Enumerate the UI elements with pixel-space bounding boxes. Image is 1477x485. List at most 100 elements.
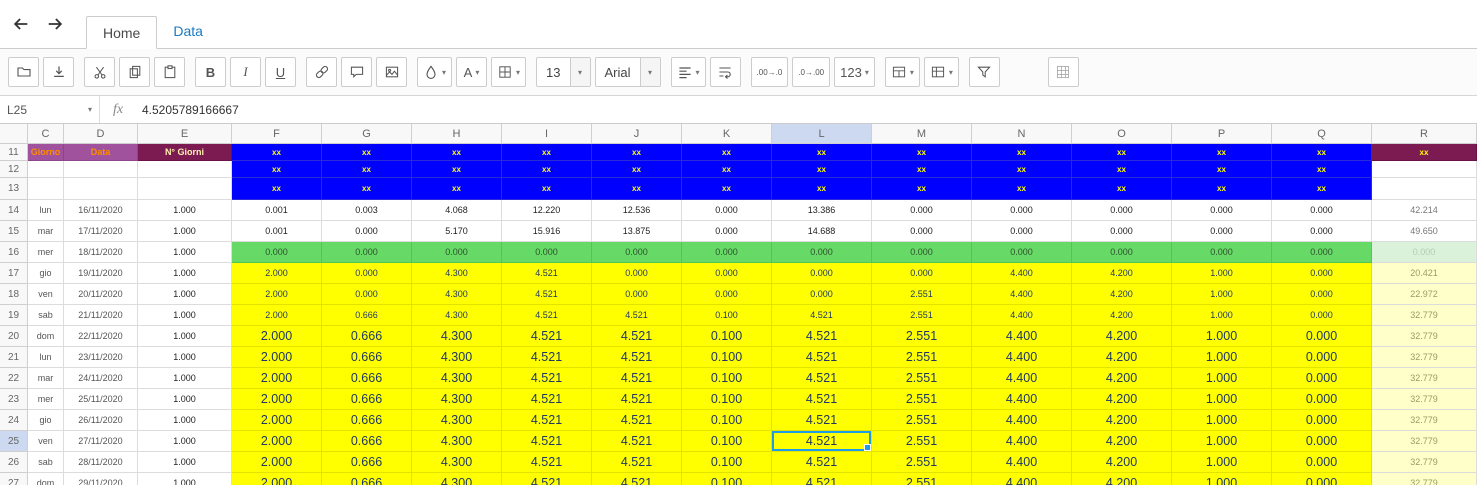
cell-K14[interactable]: 0.000 (682, 200, 772, 221)
cell-I19[interactable]: 4.521 (502, 305, 592, 326)
insert-image-button[interactable] (376, 57, 407, 87)
cell-O14[interactable]: 0.000 (1072, 200, 1172, 221)
cell-L19[interactable]: 4.521 (772, 305, 872, 326)
cell-K13[interactable]: xx (682, 178, 772, 200)
row-header-26[interactable]: 26 (0, 452, 28, 473)
cell-R27[interactable]: 32.779 (1372, 473, 1477, 485)
cell-C18[interactable]: ven (28, 284, 64, 305)
row-header-15[interactable]: 15 (0, 221, 28, 242)
cell-R11[interactable]: xx (1372, 144, 1477, 161)
cell-P12[interactable]: xx (1172, 161, 1272, 178)
cell-O22[interactable]: 4.200 (1072, 368, 1172, 389)
cell-N11[interactable]: xx (972, 144, 1072, 161)
cell-H17[interactable]: 4.300 (412, 263, 502, 284)
alignment-button[interactable]: ▾ (670, 57, 706, 87)
cell-M17[interactable]: 0.000 (872, 263, 972, 284)
font-family-combobox[interactable]: Arial ▾ (594, 57, 661, 87)
cell-H13[interactable]: xx (412, 178, 502, 200)
cell-R19[interactable]: 32.779 (1372, 305, 1477, 326)
cell-P23[interactable]: 1.000 (1172, 389, 1272, 410)
cell-C27[interactable]: dom (28, 473, 64, 485)
cell-J20[interactable]: 4.521 (592, 326, 682, 347)
cell-I22[interactable]: 4.521 (502, 368, 592, 389)
cell-K15[interactable]: 0.000 (682, 221, 772, 242)
cell-M12[interactable]: xx (872, 161, 972, 178)
cell-J21[interactable]: 4.521 (592, 347, 682, 368)
column-header-R[interactable]: R (1372, 124, 1477, 144)
cell-R18[interactable]: 22.972 (1372, 284, 1477, 305)
cell-N16[interactable]: 0.000 (972, 242, 1072, 263)
column-header-M[interactable]: M (872, 124, 972, 144)
cell-K26[interactable]: 0.100 (682, 452, 772, 473)
cell-F12[interactable]: xx (232, 161, 322, 178)
cell-N14[interactable]: 0.000 (972, 200, 1072, 221)
cell-Q22[interactable]: 0.000 (1272, 368, 1372, 389)
cell-I18[interactable]: 4.521 (502, 284, 592, 305)
cell-H14[interactable]: 4.068 (412, 200, 502, 221)
cell-C26[interactable]: sab (28, 452, 64, 473)
cell-M25[interactable]: 2.551 (872, 431, 972, 452)
column-header-E[interactable]: E (138, 124, 232, 144)
cell-I21[interactable]: 4.521 (502, 347, 592, 368)
cell-O27[interactable]: 4.200 (1072, 473, 1172, 485)
cell-C23[interactable]: mer (28, 389, 64, 410)
cell-P20[interactable]: 1.000 (1172, 326, 1272, 347)
cell-P11[interactable]: xx (1172, 144, 1272, 161)
cell-D17[interactable]: 19/11/2020 (64, 263, 138, 284)
cell-M16[interactable]: 0.000 (872, 242, 972, 263)
cell-E20[interactable]: 1.000 (138, 326, 232, 347)
cell-F14[interactable]: 0.001 (232, 200, 322, 221)
chevron-down-icon[interactable]: ▾ (569, 58, 590, 86)
row-header-27[interactable]: 27 (0, 473, 28, 485)
borders-button[interactable]: ▾ (491, 57, 527, 87)
cell-E19[interactable]: 1.000 (138, 305, 232, 326)
cell-M21[interactable]: 2.551 (872, 347, 972, 368)
cell-K18[interactable]: 0.000 (682, 284, 772, 305)
cell-G13[interactable]: xx (322, 178, 412, 200)
cell-J15[interactable]: 13.875 (592, 221, 682, 242)
cell-I12[interactable]: xx (502, 161, 592, 178)
cell-Q17[interactable]: 0.000 (1272, 263, 1372, 284)
cell-M20[interactable]: 2.551 (872, 326, 972, 347)
formula-input[interactable]: 4.5205789166667 (136, 96, 239, 123)
cell-E16[interactable]: 1.000 (138, 242, 232, 263)
cell-D22[interactable]: 24/11/2020 (64, 368, 138, 389)
cell-K23[interactable]: 0.100 (682, 389, 772, 410)
wrap-text-button[interactable] (709, 57, 741, 87)
cell-F23[interactable]: 2.000 (232, 389, 322, 410)
cell-P21[interactable]: 1.000 (1172, 347, 1272, 368)
row-header-16[interactable]: 16 (0, 242, 28, 263)
cell-F19[interactable]: 2.000 (232, 305, 322, 326)
cell-R22[interactable]: 32.779 (1372, 368, 1477, 389)
cell-O13[interactable]: xx (1072, 178, 1172, 200)
cell-O11[interactable]: xx (1072, 144, 1172, 161)
cell-C24[interactable]: gio (28, 410, 64, 431)
cell-C15[interactable]: mar (28, 221, 64, 242)
cell-N12[interactable]: xx (972, 161, 1072, 178)
cell-L17[interactable]: 0.000 (772, 263, 872, 284)
cell-C25[interactable]: ven (28, 431, 64, 452)
cell-I16[interactable]: 0.000 (502, 242, 592, 263)
cell-I25[interactable]: 4.521 (502, 431, 592, 452)
cell-L22[interactable]: 4.521 (772, 368, 872, 389)
fill-color-button[interactable]: ▾ (417, 57, 453, 87)
cell-C20[interactable]: dom (28, 326, 64, 347)
cell-E17[interactable]: 1.000 (138, 263, 232, 284)
cell-J24[interactable]: 4.521 (592, 410, 682, 431)
cell-F21[interactable]: 2.000 (232, 347, 322, 368)
cell-L13[interactable]: xx (772, 178, 872, 200)
cell-E23[interactable]: 1.000 (138, 389, 232, 410)
cell-E26[interactable]: 1.000 (138, 452, 232, 473)
row-header-13[interactable]: 13 (0, 178, 28, 200)
cell-K17[interactable]: 0.000 (682, 263, 772, 284)
cell-P25[interactable]: 1.000 (1172, 431, 1272, 452)
cell-Q21[interactable]: 0.000 (1272, 347, 1372, 368)
cell-Q18[interactable]: 0.000 (1272, 284, 1372, 305)
cell-H18[interactable]: 4.300 (412, 284, 502, 305)
cell-H12[interactable]: xx (412, 161, 502, 178)
row-header-22[interactable]: 22 (0, 368, 28, 389)
cell-O23[interactable]: 4.200 (1072, 389, 1172, 410)
column-header-N[interactable]: N (972, 124, 1072, 144)
cell-O12[interactable]: xx (1072, 161, 1172, 178)
cell-L27[interactable]: 4.521 (772, 473, 872, 485)
